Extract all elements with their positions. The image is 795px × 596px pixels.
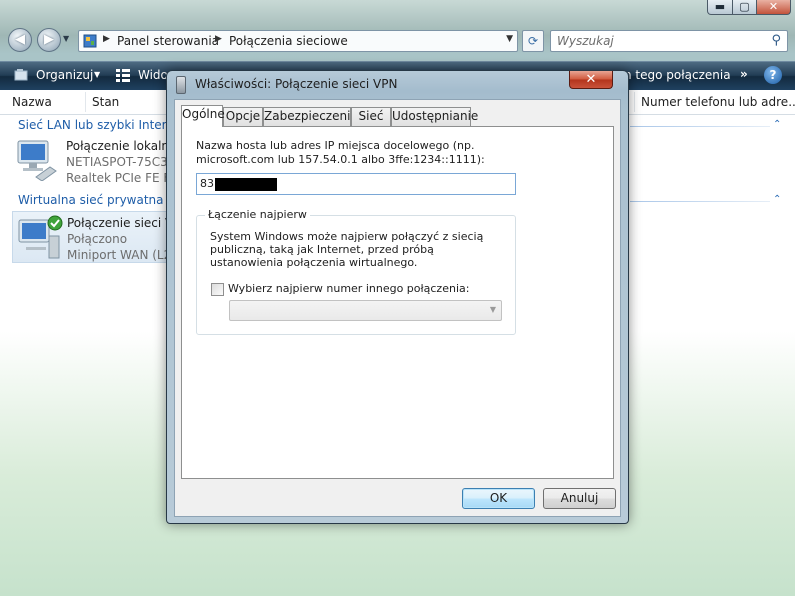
forward-button[interactable]: ▶ <box>37 28 61 52</box>
ok-button[interactable]: OK <box>462 488 535 509</box>
connection-status: Połączono <box>67 232 128 246</box>
collapse-group-icon[interactable]: ⌃ <box>773 194 781 205</box>
search-icon[interactable]: ⚲ <box>771 33 781 48</box>
search-input[interactable] <box>557 34 757 48</box>
tab-security[interactable]: Zabezpieczenia <box>263 107 358 126</box>
collapse-group-icon[interactable]: ⌃ <box>773 119 781 130</box>
column-divider[interactable] <box>634 92 635 112</box>
group-title-lan[interactable]: Sieć LAN lub szybki Internet <box>18 118 186 132</box>
first-connect-group: Łączenie najpierw System Windows może na… <box>196 208 516 335</box>
dial-first-checkbox[interactable] <box>211 283 224 296</box>
group-divider <box>630 126 770 127</box>
back-arrow-icon: ◀ <box>15 32 25 47</box>
breadcrumb-separator-icon: ▶ <box>103 34 110 44</box>
search-box[interactable]: ⚲ <box>550 30 788 52</box>
rename-connection-button[interactable]: n tego połączenia <box>624 68 731 82</box>
tab-network[interactable]: Sieć <box>351 107 391 126</box>
tab-general[interactable]: Ogólne <box>181 105 225 127</box>
tab-panel-general: Nazwa hosta lub adres IP miejsca docelow… <box>181 126 614 479</box>
tab-sharing[interactable]: Udostępnianie <box>391 107 478 126</box>
redacted-block <box>215 178 277 191</box>
breadcrumb-control-panel[interactable]: Panel sterowania <box>117 34 219 48</box>
list-item[interactable]: Połączenie lokalne NETIASPOT-75C31 Realt… <box>12 135 188 185</box>
organize-button[interactable]: Organizuj <box>36 68 93 82</box>
chevron-down-icon: ▼ <box>489 305 496 314</box>
maximize-button[interactable]: ▢ <box>732 0 757 15</box>
dial-first-select[interactable]: ▼ <box>229 300 502 321</box>
control-panel-icon <box>83 34 97 48</box>
connection-network: NETIASPOT-75C31 <box>66 155 176 169</box>
dialog-body: Ogólne Opcje Zabezpieczenia Sieć Udostęp… <box>174 99 621 517</box>
network-adapter-icon <box>17 140 57 181</box>
breadcrumb-network-connections[interactable]: Połączenia sieciowe <box>229 34 348 48</box>
cancel-button[interactable]: Anuluj <box>543 488 616 509</box>
column-status[interactable]: Stan <box>92 95 119 109</box>
column-name[interactable]: Nazwa <box>12 95 52 109</box>
dialog-close-button[interactable]: ✕ <box>569 71 613 89</box>
close-icon: ✕ <box>585 72 597 87</box>
address-dropdown-icon[interactable]: ▼ <box>506 34 513 44</box>
window-controls: ▬ ▢ ✕ <box>707 0 791 16</box>
window-close-button[interactable]: ✕ <box>756 0 791 15</box>
minimize-button[interactable]: ▬ <box>707 0 733 15</box>
group-title-vpn[interactable]: Wirtualna sieć prywatna (1) <box>18 193 184 207</box>
breadcrumb-separator-icon: ▶ <box>215 34 222 44</box>
organize-icon <box>14 69 28 81</box>
vpn-properties-dialog: Właściwości: Połączenie sieci VPN ✕ Ogól… <box>166 70 629 524</box>
more-commands-button[interactable]: » <box>740 67 748 81</box>
tab-options[interactable]: Opcje <box>223 107 263 126</box>
group-divider <box>630 201 770 202</box>
help-button[interactable]: ? <box>764 66 782 84</box>
group-legend: Łączenie najpierw <box>205 208 310 221</box>
dial-first-label[interactable]: Wybierz najpierw numer innego połączenia… <box>228 282 469 295</box>
vpn-connection-icon <box>18 215 63 259</box>
refresh-button[interactable]: ⟳ <box>522 30 544 52</box>
address-bar[interactable]: ▶ Panel sterowania ▶ Połączenia sieciowe… <box>78 30 518 52</box>
views-icon <box>116 69 130 82</box>
host-field[interactable] <box>196 173 516 195</box>
host-label: Nazwa hosta lub adres IP miejsca docelow… <box>196 139 485 166</box>
column-divider[interactable] <box>85 92 86 112</box>
list-item[interactable]: Połączenie sieci VPN Połączono Miniport … <box>12 211 191 263</box>
connection-name: Połączenie lokalne <box>66 139 177 153</box>
organize-dropdown-icon[interactable]: ▼ <box>94 70 100 79</box>
history-dropdown-icon[interactable]: ▼ <box>63 34 73 46</box>
views-button[interactable]: Wido <box>138 68 168 82</box>
column-phone[interactable]: Numer telefonu lub adre... <box>641 95 795 109</box>
forward-arrow-icon: ▶ <box>44 32 54 47</box>
refresh-icon: ⟳ <box>527 34 539 48</box>
back-button[interactable]: ◀ <box>8 28 32 52</box>
vpn-dialog-icon <box>176 76 186 94</box>
group-description: System Windows może najpierw połączyć z … <box>210 230 484 269</box>
dialog-title: Właściwości: Połączenie sieci VPN <box>195 77 398 91</box>
